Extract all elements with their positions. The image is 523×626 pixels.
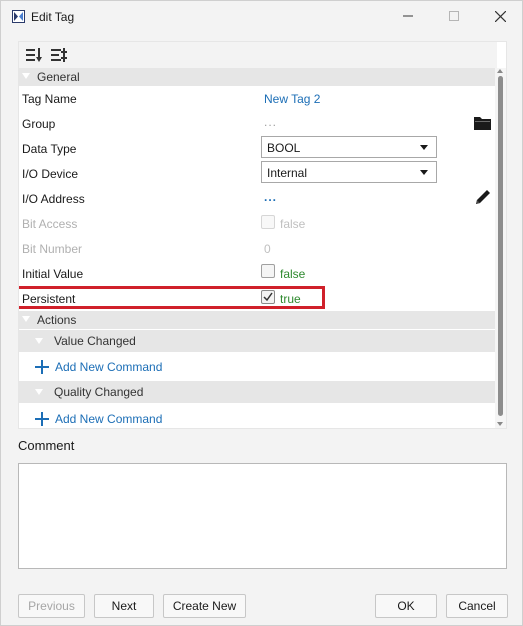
section-general-label: General	[37, 70, 80, 84]
initial-value-label: Initial Value	[22, 267, 84, 281]
bit-access-value: false	[280, 217, 306, 231]
maximize-icon	[449, 11, 459, 21]
section-actions-label: Actions	[37, 313, 77, 327]
bit-access-label: Bit Access	[22, 217, 78, 231]
edit-tag-window: Edit Tag General Tag Name New Tag 2 Grou…	[0, 0, 523, 626]
collapse-triangle-icon	[35, 389, 43, 395]
quality-changed-label: Quality Changed	[54, 385, 144, 399]
chevron-down-icon	[420, 145, 428, 150]
vertical-scrollbar[interactable]	[495, 68, 506, 428]
sort-icon[interactable]	[25, 46, 43, 64]
ok-button[interactable]: OK	[375, 594, 437, 618]
window-title: Edit Tag	[31, 10, 75, 24]
initial-value-value: false	[280, 267, 306, 281]
cancel-button[interactable]: Cancel	[446, 594, 508, 618]
group-value[interactable]: ...	[264, 115, 277, 129]
plus-icon	[35, 412, 49, 426]
tag-name-label: Tag Name	[22, 92, 77, 106]
maximize-button[interactable]	[431, 1, 477, 31]
bit-access-checkbox[interactable]	[261, 215, 275, 229]
scroll-up-icon[interactable]	[497, 69, 503, 73]
title-bar[interactable]: Edit Tag	[1, 1, 522, 33]
minimize-icon	[403, 15, 413, 17]
collapse-triangle-icon	[22, 316, 30, 322]
close-button[interactable]	[477, 1, 523, 31]
property-toolbar	[19, 42, 497, 68]
property-grid: General Tag Name New Tag 2 Group ... Dat…	[18, 41, 507, 429]
subsection-quality-changed[interactable]: Quality Changed	[19, 381, 495, 403]
bit-number-label: Bit Number	[22, 242, 83, 256]
chevron-down-icon	[420, 170, 428, 175]
comment-label: Comment	[18, 438, 75, 453]
add-command-button[interactable]: Add New Command	[35, 410, 162, 428]
add-command-label: Add New Command	[55, 360, 163, 374]
close-icon	[494, 10, 506, 22]
add-command-button[interactable]: Add New Command	[35, 358, 162, 376]
initial-value-checkbox[interactable]	[261, 264, 275, 278]
data-type-label: Data Type	[22, 142, 77, 156]
value-changed-label: Value Changed	[54, 334, 136, 348]
section-general[interactable]: General	[19, 68, 495, 86]
io-device-label: I/O Device	[22, 167, 79, 181]
io-address-label: I/O Address	[22, 192, 85, 206]
subsection-value-changed[interactable]: Value Changed	[19, 330, 495, 352]
previous-button[interactable]: Previous	[18, 594, 85, 618]
folder-icon[interactable]	[474, 116, 491, 130]
group-label: Group	[22, 117, 56, 131]
pencil-edit-icon[interactable]	[474, 188, 492, 206]
create-new-button[interactable]: Create New	[163, 594, 246, 618]
collapse-triangle-icon	[22, 73, 30, 79]
scrollbar-thumb[interactable]	[498, 76, 503, 416]
persistent-highlight-box	[19, 286, 325, 309]
app-logo-icon	[12, 10, 25, 23]
plus-icon	[35, 360, 49, 374]
io-address-value[interactable]: ...	[264, 190, 277, 204]
comment-textarea[interactable]	[18, 463, 507, 569]
minimize-button[interactable]	[385, 1, 431, 31]
tag-name-value[interactable]: New Tag 2	[264, 92, 320, 106]
add-command-label: Add New Command	[55, 412, 163, 426]
section-actions[interactable]: Actions	[19, 311, 495, 329]
next-button[interactable]: Next	[94, 594, 154, 618]
scroll-down-icon[interactable]	[497, 422, 503, 426]
collapse-triangle-icon	[35, 338, 43, 344]
bit-number-value[interactable]: 0	[264, 242, 271, 256]
data-type-select[interactable]: BOOL	[261, 136, 437, 158]
io-device-value: Internal	[267, 166, 308, 180]
io-device-select[interactable]: Internal	[261, 161, 437, 183]
data-type-value: BOOL	[267, 141, 301, 155]
sort-filter-icon[interactable]	[50, 46, 68, 64]
